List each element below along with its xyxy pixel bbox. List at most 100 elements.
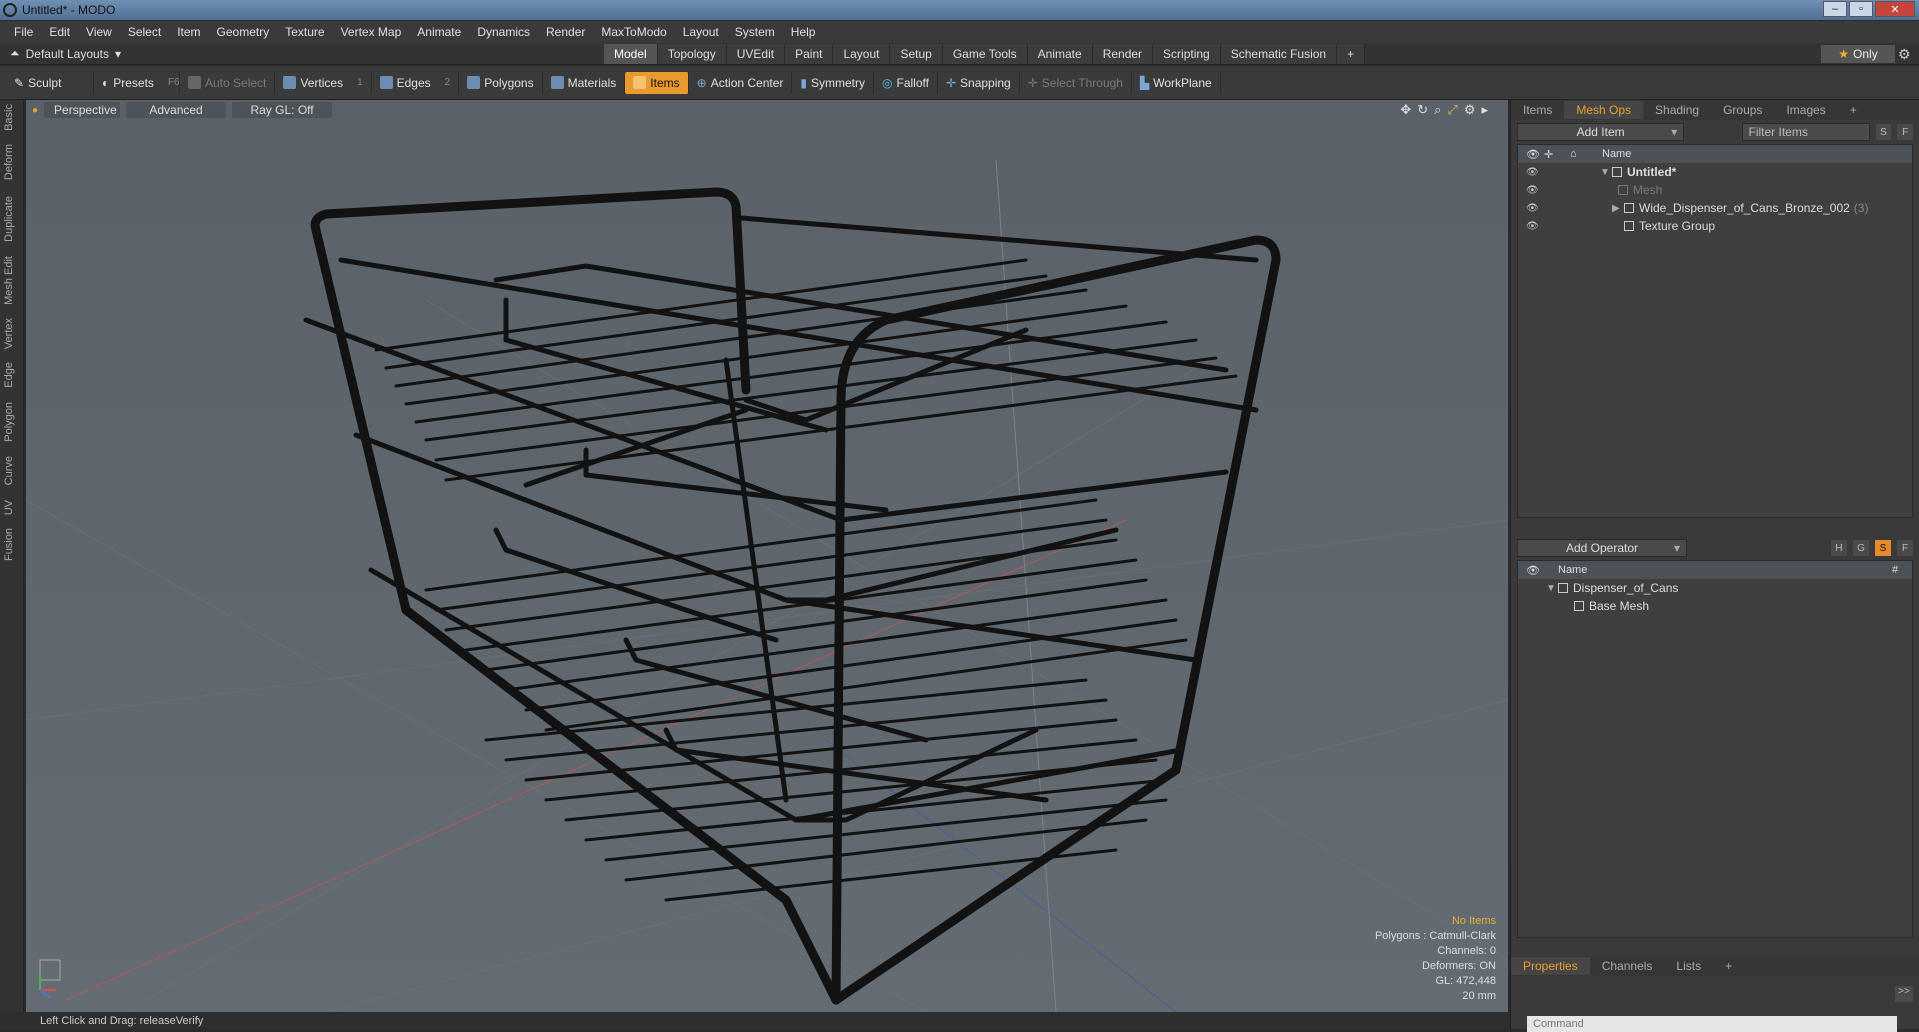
tab-schematic-fusion[interactable]: Schematic Fusion <box>1220 44 1338 64</box>
tab-paint[interactable]: Paint <box>785 44 834 64</box>
materials-button[interactable]: Materials <box>543 71 626 94</box>
eye-icon[interactable]: 👁 <box>1526 167 1539 178</box>
raygl-button[interactable]: Ray GL: Off <box>232 102 333 118</box>
tab-animate[interactable]: Animate <box>1027 44 1093 64</box>
menu-view[interactable]: View <box>78 25 120 39</box>
menu-file[interactable]: File <box>6 25 41 39</box>
select-through-button[interactable]: ✛ Select Through <box>1020 71 1132 94</box>
close-button[interactable]: ✕ <box>1875 1 1915 17</box>
left-tab-edge[interactable]: Edge <box>3 362 15 388</box>
menu-maxtomodo[interactable]: MaxToModo <box>593 25 674 39</box>
collapse-arrow-icon[interactable]: ▼ <box>1600 167 1612 178</box>
eye-icon[interactable]: 👁 <box>1526 221 1539 232</box>
menu-system[interactable]: System <box>727 25 783 39</box>
left-tab-mesh-edit[interactable]: Mesh Edit <box>3 256 15 305</box>
zoom-icon[interactable]: ⌕ <box>1434 102 1441 118</box>
operator-f-button[interactable]: F <box>1897 540 1913 556</box>
left-tab-fusion[interactable]: Fusion <box>3 528 15 561</box>
filter-f-button[interactable]: F <box>1897 124 1913 140</box>
maximize-button[interactable]: ▫ <box>1849 1 1873 17</box>
action-center-button[interactable]: ⊕ Action Center <box>689 71 793 94</box>
snapping-button[interactable]: ✛ Snapping <box>938 71 1020 94</box>
collapse-arrow-icon[interactable]: ▼ <box>1546 583 1558 594</box>
tab-groups[interactable]: Groups <box>1711 101 1774 119</box>
operator-g-button[interactable]: G <box>1853 540 1869 556</box>
menu-item[interactable]: Item <box>169 25 208 39</box>
layout-selector[interactable]: ⏶ Default Layouts ▾ <box>10 46 121 61</box>
tab-topology[interactable]: Topology <box>657 44 727 64</box>
gear-icon[interactable]: ⚙ <box>1898 46 1911 63</box>
list-item[interactable]: Base Mesh <box>1518 597 1912 615</box>
tab-render[interactable]: Render <box>1092 44 1154 64</box>
menu-edit[interactable]: Edit <box>41 25 78 39</box>
tab-model[interactable]: Model <box>604 44 658 64</box>
tab-images[interactable]: Images <box>1774 101 1837 119</box>
tab-items[interactable]: Items <box>1511 101 1564 119</box>
add-item-button[interactable]: Add Item <box>1517 123 1685 141</box>
advanced-button[interactable]: Advanced <box>126 102 227 118</box>
menu-select[interactable]: Select <box>120 25 169 39</box>
tab-shading[interactable]: Shading <box>1643 101 1711 119</box>
menu-geometry[interactable]: Geometry <box>209 25 278 39</box>
tab-uvedit[interactable]: UVEdit <box>726 44 786 64</box>
viewport-menu-icon[interactable]: ● <box>32 105 38 116</box>
left-tab-uv[interactable]: UV <box>3 500 15 515</box>
tab-layout[interactable]: Layout <box>833 44 891 64</box>
falloff-button[interactable]: ◎ Falloff <box>874 71 938 94</box>
menu-layout[interactable]: Layout <box>675 25 727 39</box>
perspective-button[interactable]: Perspective <box>44 102 121 118</box>
3d-viewport[interactable]: ● Perspective Advanced Ray GL: Off ✥ ↻ ⌕… <box>26 100 1508 1012</box>
left-tab-polygon[interactable]: Polygon <box>3 402 15 442</box>
fit-icon[interactable]: ⤢ <box>1447 102 1457 118</box>
left-tab-deform[interactable]: Deform <box>3 144 15 180</box>
add-panel-tab-button[interactable]: + <box>1838 101 1869 119</box>
tab-properties[interactable]: Properties <box>1511 957 1590 975</box>
presets-button[interactable]: ◐ Presets F6 <box>94 71 180 94</box>
list-item[interactable]: ▼ Dispenser_of_Cans <box>1518 579 1912 597</box>
filter-items-input[interactable]: Filter Items <box>1741 123 1870 141</box>
left-tab-curve[interactable]: Curve <box>3 456 15 485</box>
list-item[interactable]: 👁 ▶ Wide_Dispenser_of_Cans_Bronze_002 (3… <box>1518 199 1912 217</box>
symmetry-button[interactable]: ▮ Symmetry <box>792 71 874 94</box>
left-tab-vertex[interactable]: Vertex <box>3 318 15 349</box>
list-item[interactable]: 👁 Texture Group <box>1518 217 1912 235</box>
menu-render[interactable]: Render <box>538 25 593 39</box>
list-item[interactable]: 👁 Mesh <box>1518 181 1912 199</box>
eye-icon[interactable]: 👁 <box>1526 185 1539 196</box>
list-item[interactable]: 👁 ▼ Untitled* <box>1518 163 1912 181</box>
auto-select-button[interactable]: Auto Select <box>180 71 276 94</box>
menu-help[interactable]: Help <box>783 25 824 39</box>
add-tab-button[interactable]: + <box>1337 44 1366 64</box>
only-toggle[interactable]: ★ Only <box>1821 45 1895 63</box>
expand-arrow-icon[interactable]: ▶ <box>1612 203 1624 214</box>
command-input[interactable]: Command <box>1527 1016 1897 1032</box>
rotate-icon[interactable]: ↻ <box>1417 102 1428 118</box>
menu-vertex-map[interactable]: Vertex Map <box>333 25 410 39</box>
filter-s-button[interactable]: S <box>1875 124 1892 140</box>
left-tab-basic[interactable]: Basic <box>3 104 15 131</box>
tab-mesh-ops[interactable]: Mesh Ops <box>1564 101 1644 119</box>
tab-setup[interactable]: Setup <box>890 44 943 64</box>
eye-icon[interactable]: 👁 <box>1526 203 1539 214</box>
menu-texture[interactable]: Texture <box>277 25 332 39</box>
items-button[interactable]: Items <box>625 71 689 94</box>
edges-button[interactable]: Edges 2 <box>372 71 460 94</box>
pan-icon[interactable]: ✥ <box>1400 102 1411 118</box>
vertices-button[interactable]: Vertices 1 <box>275 71 372 94</box>
tab-game-tools[interactable]: Game Tools <box>942 44 1028 64</box>
minimize-button[interactable]: – <box>1823 1 1847 17</box>
expand-icon[interactable]: ▸ <box>1481 102 1488 118</box>
menu-animate[interactable]: Animate <box>409 25 469 39</box>
add-operator-button[interactable]: Add Operator <box>1517 539 1687 557</box>
tab-channels[interactable]: Channels <box>1590 957 1665 975</box>
tab-scripting[interactable]: Scripting <box>1153 44 1221 64</box>
tab-lists[interactable]: Lists <box>1664 957 1713 975</box>
workplane-button[interactable]: ▙ WorkPlane <box>1132 71 1221 94</box>
left-tab-duplicate[interactable]: Duplicate <box>3 196 15 242</box>
polygons-button[interactable]: Polygons <box>459 71 543 94</box>
operator-h-button[interactable]: H <box>1831 540 1847 556</box>
expand-properties-button[interactable]: >> <box>1895 986 1913 1002</box>
menu-dynamics[interactable]: Dynamics <box>469 25 538 39</box>
sculpt-button[interactable]: ✎ Sculpt <box>6 71 94 94</box>
viewport-settings-icon[interactable]: ⚙ <box>1464 102 1476 118</box>
